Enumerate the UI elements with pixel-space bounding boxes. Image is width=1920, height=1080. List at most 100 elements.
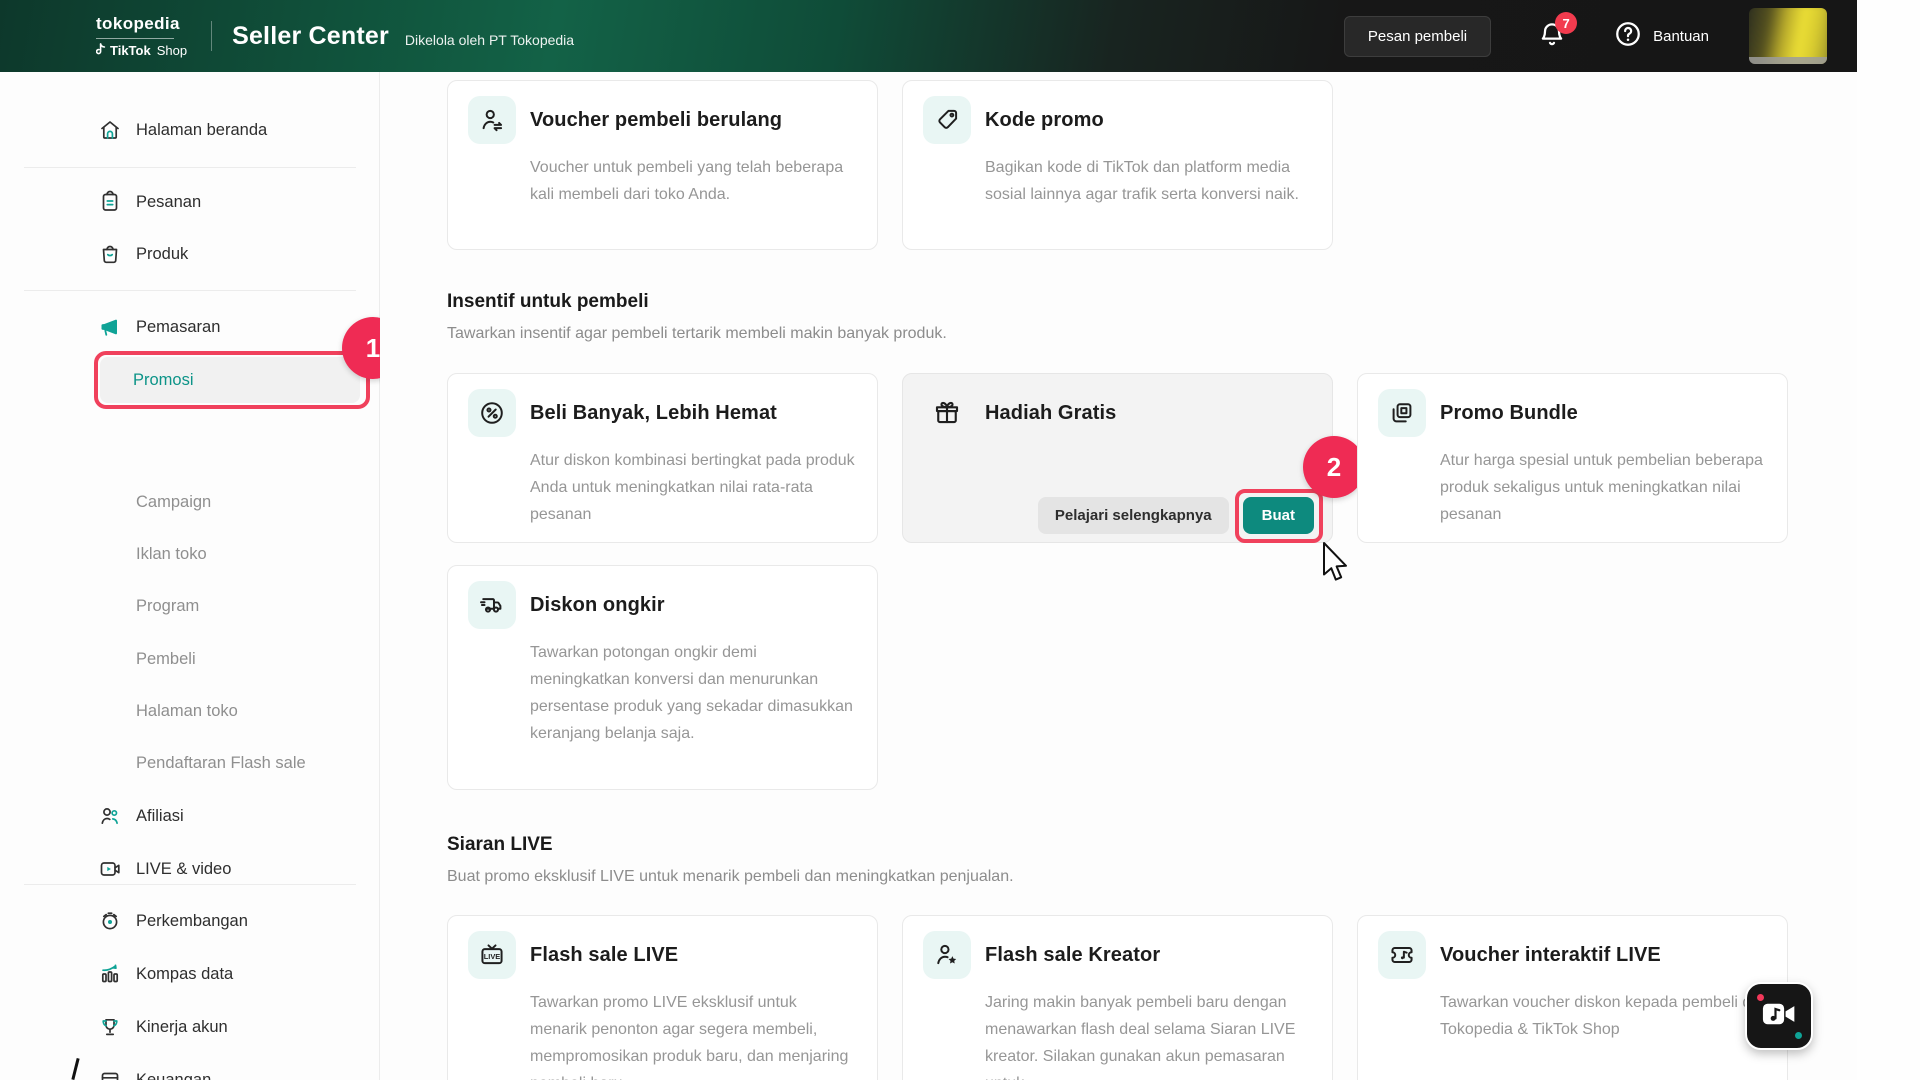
logo-divider-line: [96, 37, 174, 39]
promo-card-row-incentives: Beli Banyak, Lebih Hemat Atur diskon kom…: [447, 373, 1788, 543]
section-title: Insentif untuk pembeli: [447, 291, 649, 312]
card-promo-bundle[interactable]: Promo Bundle Atur harga spesial untuk pe…: [1357, 373, 1788, 543]
card-description: Bagikan kode di TikTok dan platform medi…: [985, 159, 1299, 203]
learn-more-button[interactable]: Pelajari selengkapnya: [1037, 497, 1229, 534]
help-label: Bantuan: [1653, 27, 1709, 45]
avatar-image: [1749, 8, 1827, 64]
card-title: Flash sale LIVE: [530, 943, 679, 966]
tiktok-note-icon: [95, 42, 107, 59]
sidebar-item-halaman-toko[interactable]: Halaman toko: [0, 685, 379, 737]
sidebar-item-live-video[interactable]: LIVE & video: [0, 843, 379, 895]
buyer-messages-button[interactable]: Pesan pembeli: [1343, 15, 1492, 57]
sidebar-item-label: Campaign: [136, 492, 212, 511]
header-separator: [211, 21, 213, 51]
sidebar-item-label: Kompas data: [136, 964, 234, 983]
sidebar-item-program[interactable]: Program: [0, 580, 379, 632]
sidebar-item-kompas-data[interactable]: Kompas data: [0, 948, 379, 1000]
card-kode-promo[interactable]: Kode promo Bagikan kode di TikTok dan pl…: [902, 80, 1333, 250]
sidebar-item-campaign[interactable]: Campaign: [0, 476, 379, 528]
card-beli-banyak-lebih-hemat[interactable]: Beli Banyak, Lebih Hemat Atur diskon kom…: [447, 373, 878, 543]
sidebar-item-label: Keuangan: [136, 1070, 212, 1080]
card-diskon-ongkir[interactable]: Diskon ongkir Tawarkan potongan ongkir d…: [447, 565, 878, 790]
seller-center-page: tokopedia TikTok Shop Seller Center Dike…: [0, 0, 1920, 1080]
card-voucher-pembeli-berulang[interactable]: Voucher pembeli berulang Voucher untuk p…: [447, 80, 878, 250]
card-title: Hadiah Gratis: [985, 401, 1117, 424]
sidebar-item-perkembangan[interactable]: Perkembangan: [0, 895, 379, 947]
tiktok-live-floating-button[interactable]: [1745, 982, 1813, 1050]
live-voucher-ticket-icon: [1378, 931, 1426, 979]
section-incentives-header: Insentif untuk pembeli Tawarkan insentif…: [447, 288, 947, 346]
live-tv-icon: LIVE: [468, 931, 516, 979]
product-icon: [98, 242, 122, 266]
sidebar-item-afiliasi[interactable]: Afiliasi: [0, 790, 379, 842]
sidebar-item-label: Pemasaran: [136, 317, 221, 336]
sidebar-item-iklan-toko[interactable]: Iklan toko: [0, 528, 379, 580]
sidebar-item-label: Perkembangan: [136, 911, 248, 930]
card-title: Flash sale Kreator: [985, 943, 1161, 966]
sidebar-item-keuangan[interactable]: Keuangan: [0, 1054, 379, 1080]
promo-card-row-top: Voucher pembeli berulang Voucher untuk p…: [447, 80, 1333, 250]
red-dot: [1757, 994, 1764, 1001]
tiktok-shop-wordmark: TikTok Shop: [95, 42, 188, 59]
sidebar-item-label: Afiliasi: [136, 806, 184, 825]
sidebar-item-pesanan[interactable]: Pesanan: [0, 176, 379, 228]
sidebar-item-halaman-beranda[interactable]: Halaman beranda: [0, 104, 379, 156]
sidebar-item-label: Pembeli: [136, 649, 196, 668]
tokopedia-tiktok-logo[interactable]: tokopedia TikTok Shop: [95, 14, 188, 59]
affiliate-icon: [98, 804, 122, 828]
gift-icon: [923, 389, 971, 437]
shop-label: Shop: [156, 43, 188, 58]
card-description: Atur diskon kombinasi bertingkat pada pr…: [530, 452, 855, 523]
card-hadiah-gratis[interactable]: Hadiah Gratis Pelajari selengkapnya Buat…: [902, 373, 1365, 543]
card-description: Atur harga spesial untuk pembelian beber…: [1440, 452, 1763, 523]
card-flash-sale-live[interactable]: LIVE Flash sale LIVE Tawarkan promo LIVE…: [447, 915, 878, 1080]
section-subtitle: Tawarkan insentif agar pembeli tertarik …: [447, 325, 947, 342]
card-description: Tawarkan promo LIVE eksklusif untuk mena…: [530, 994, 849, 1080]
shipping-truck-icon: [468, 581, 516, 629]
sidebar-item-promosi-active[interactable]: Promosi: [100, 357, 360, 403]
finance-icon: [98, 1068, 122, 1080]
card-flash-sale-kreator[interactable]: Flash sale Kreator Jaring makin banyak p…: [902, 915, 1333, 1080]
home-icon: [98, 118, 122, 142]
card-description: Tawarkan potongan ongkir demi meningkatk…: [530, 644, 853, 742]
account-avatar[interactable]: [1749, 8, 1827, 64]
sidebar-item-label: Program: [136, 596, 200, 615]
bundle-icon: [1378, 389, 1426, 437]
sidebar-item-kinerja-akun[interactable]: Kinerja akun: [0, 1001, 379, 1053]
account-performance-icon: [98, 1015, 122, 1039]
sidebar-item-pemasaran[interactable]: Pemasaran: [0, 301, 379, 353]
card-description: Jaring makin banyak pembeli baru dengan …: [985, 994, 1296, 1080]
section-live-header: Siaran LIVE Buat promo eksklusif LIVE un…: [447, 831, 1014, 889]
live-video-icon: [98, 857, 122, 881]
megaphone-icon: [98, 315, 122, 339]
sidebar-divider: [24, 167, 356, 168]
creator-person-star-icon: [923, 931, 971, 979]
sidebar-item-label: Pesanan: [136, 192, 202, 211]
data-compass-icon: [98, 962, 122, 986]
sidebar-item-pendaftaran-flash-sale[interactable]: Pendaftaran Flash sale: [0, 737, 379, 789]
sidebar-item-produk[interactable]: Produk: [0, 228, 379, 280]
card-title: Beli Banyak, Lebih Hemat: [530, 401, 777, 424]
sidebar-item-label: Kinerja akun: [136, 1017, 228, 1036]
notifications-button[interactable]: 7: [1537, 12, 1578, 53]
promo-code-tag-icon: [923, 96, 971, 144]
sidebar-divider: [24, 884, 356, 885]
help-button[interactable]: Bantuan: [1613, 19, 1709, 54]
page-title: Seller Center: [232, 21, 389, 50]
growth-icon: [98, 909, 122, 933]
card-title: Voucher interaktif LIVE: [1440, 943, 1661, 966]
sidebar-item-label: LIVE & video: [136, 859, 232, 878]
create-button[interactable]: Buat: [1242, 497, 1314, 534]
question-circle-icon: [1613, 19, 1643, 54]
main-content: Voucher pembeli berulang Voucher untuk p…: [380, 72, 1857, 1080]
sidebar-item-label: Pendaftaran Flash sale: [136, 753, 306, 772]
card-description: Tawarkan voucher diskon kepada pembeli d…: [1440, 994, 1755, 1038]
page-subtitle: Dikelola oleh PT Tokopedia: [404, 32, 575, 48]
top-navigation-bar: tokopedia TikTok Shop Seller Center Dike…: [0, 0, 1857, 72]
sidebar-item-label: Promosi: [133, 370, 194, 389]
teal-dot: [1795, 1032, 1802, 1039]
card-voucher-interaktif-live[interactable]: Voucher interaktif LIVE Tawarkan voucher…: [1357, 915, 1788, 1080]
sidebar-item-label: Halaman toko: [136, 701, 238, 720]
sidebar-item-pembeli[interactable]: Pembeli: [0, 633, 379, 685]
card-description: Voucher untuk pembeli yang telah beberap…: [530, 159, 844, 203]
